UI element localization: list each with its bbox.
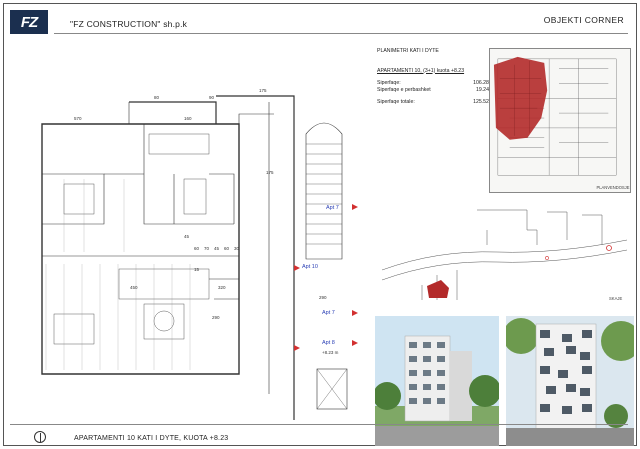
header-divider [54, 33, 628, 34]
apt-label-7b: Apt 7 [322, 310, 335, 316]
footer-title: APARTAMENTI 10 KATI I DYTE, KUOTA +8.23 [74, 435, 229, 442]
elevation-label: +8.23 m [322, 350, 339, 355]
dim-other-3: 320 [218, 285, 226, 290]
dim-other-4: 290 [212, 315, 220, 320]
site-highlight [427, 280, 449, 298]
dim-top-3: 175 [259, 88, 267, 93]
apt-label-8: Apt 8 [322, 340, 335, 346]
footer-divider [10, 424, 628, 425]
apartment-outline [41, 123, 240, 375]
dim-row-4: 45 [214, 246, 220, 251]
site-plan: SKAJE [381, 209, 628, 301]
total-area-row: Siperfaqe totale: 125.52m² [377, 99, 495, 106]
shared-area-label: Siperfaqe e perbashket [377, 86, 431, 93]
dim-mid-1: 570 [74, 116, 82, 121]
apartment-title: APARTAMENTI 10, (3+1) kuota +8.23 [377, 67, 465, 74]
dim-row-6: 30 [234, 246, 240, 251]
apt-markers [294, 204, 358, 351]
info-title: PLANIMETRI KATI I DYTE [377, 48, 439, 54]
north-arrow-icon [34, 431, 46, 443]
dim-top-1: 80 [154, 95, 160, 100]
dim-other-2: 290 [319, 295, 327, 300]
keyplan-label: PLANVENDOSJE [596, 185, 629, 190]
building-render-corner [506, 316, 634, 446]
apt-label-7a: Apt 7 [326, 205, 339, 211]
apt-label-10: Apt 10 [302, 264, 318, 270]
drawing-sheet: FZ "FZ CONSTRUCTION" sh.p.k OBJEKTI CORN… [3, 3, 637, 446]
dim-row-3: 70 [204, 246, 210, 251]
dim-mid-3: 175 [266, 170, 274, 175]
siteplan-label: SKAJE [609, 296, 622, 301]
building-render-day [375, 316, 499, 446]
dim-top-2: 90 [209, 95, 215, 100]
project-name: OBJEKTI CORNER [543, 15, 624, 25]
dim-mid-2: 160 [184, 116, 192, 121]
floor-plan: 80 90 175 570 160 175 45 60 70 45 60 30 … [41, 88, 358, 420]
dim-row-1: 45 [184, 234, 190, 239]
dim-row-2: 60 [194, 246, 200, 251]
company-name: "FZ CONSTRUCTION" sh.p.k [70, 19, 188, 29]
room-area: 15 [194, 267, 200, 272]
logo-text: FZ [20, 13, 38, 31]
info-block: PLANIMETRI KATI I DYTE APARTAMENTI 10, (… [377, 48, 495, 106]
key-plan: PLANVENDOSJE [489, 48, 631, 193]
dim-other-1: 450 [130, 285, 138, 290]
total-area-label: Siperfaqe totale: [377, 99, 415, 105]
company-logo: FZ [10, 10, 48, 34]
dim-row-5: 60 [224, 246, 230, 251]
